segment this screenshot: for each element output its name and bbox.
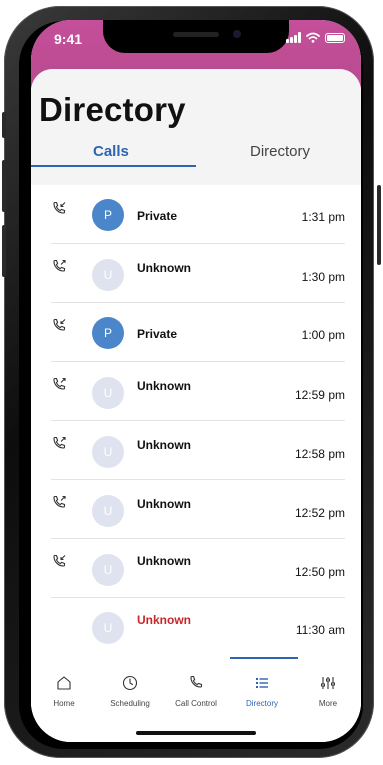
nav-label: Call Control (175, 699, 217, 708)
mute-switch (2, 112, 6, 138)
avatar: U (92, 436, 124, 468)
call-time: 1:00 pm (301, 328, 345, 342)
front-camera (233, 30, 241, 38)
volume-up-button (2, 160, 6, 212)
call-row[interactable]: P Private 1:31 pm (31, 185, 361, 244)
call-time: 1:30 pm (301, 270, 345, 284)
nav-scheduling[interactable]: Scheduling (97, 657, 163, 717)
wifi-icon (306, 32, 320, 43)
power-button (377, 185, 381, 265)
nav-label: Scheduling (110, 699, 150, 708)
nav-call-control[interactable]: Call Control (163, 657, 229, 717)
incoming-call-icon (53, 318, 66, 331)
nav-home[interactable]: Home (31, 657, 97, 717)
avatar: P (92, 317, 124, 349)
avatar: U (92, 377, 124, 409)
incoming-call-icon (53, 201, 66, 214)
status-icons (286, 32, 345, 43)
volume-down-button (2, 225, 6, 277)
call-time: 12:58 pm (294, 447, 345, 461)
list-icon (256, 678, 268, 688)
status-time: 9:41 (54, 31, 83, 47)
caller-name: Private (137, 209, 178, 223)
tab-directory[interactable]: Directory (250, 143, 310, 160)
nav-label: Directory (245, 699, 278, 708)
caller-name: Unknown (137, 554, 191, 568)
outgoing-call-icon (53, 495, 66, 508)
avatar: P (92, 199, 124, 231)
tab-bar: Calls Directory (31, 143, 361, 167)
outgoing-call-icon (53, 377, 66, 390)
battery-icon (325, 32, 345, 43)
notch (103, 20, 289, 53)
page-title: Directory (39, 91, 186, 128)
call-row[interactable]: U Unknown 12:58 pm (31, 421, 361, 480)
caller-name: Unknown (137, 438, 191, 452)
caller-name: Unknown (137, 613, 191, 627)
app-content: Directory Calls Directory P Private 1:31… (31, 69, 361, 742)
call-row[interactable]: P Private 1:00 pm (31, 303, 361, 362)
nav-more[interactable]: More (295, 657, 361, 717)
call-time: 12:50 pm (294, 565, 345, 579)
phone-icon (190, 675, 203, 688)
call-time: 12:52 pm (294, 506, 345, 520)
call-row[interactable]: U Unknown 12:50 pm (31, 539, 361, 598)
outgoing-call-icon (53, 436, 66, 449)
incoming-call-icon (53, 554, 66, 567)
call-time: 1:31 pm (301, 210, 345, 224)
caller-name: Unknown (137, 261, 191, 275)
call-time: 11:30 am (295, 623, 345, 637)
call-row[interactable]: U Unknown 12:52 pm (31, 480, 361, 539)
avatar: U (92, 612, 124, 644)
outgoing-call-icon (53, 259, 66, 272)
call-row[interactable]: U Unknown 1:30 pm (31, 244, 361, 303)
home-icon (57, 676, 71, 690)
speaker (173, 32, 219, 37)
caller-name: Unknown (137, 497, 191, 511)
caller-name: Private (137, 327, 178, 341)
header: Directory Calls Directory (31, 69, 361, 185)
sliders-icon (321, 677, 335, 689)
clock-icon (122, 675, 138, 691)
bottom-nav: Home Scheduling Call Control Directory M… (31, 657, 361, 717)
nav-label: More (318, 699, 338, 708)
active-tab-indicator (31, 165, 196, 167)
caller-name: Unknown (137, 379, 191, 393)
home-indicator[interactable] (136, 731, 256, 735)
call-row[interactable]: U Unknown 11:30 am (31, 598, 361, 657)
avatar: U (92, 259, 124, 291)
signal-icon (286, 32, 301, 43)
nav-directory[interactable]: Directory (229, 657, 295, 717)
screen: 9:41 Directory Calls Directory P Private… (31, 20, 361, 742)
avatar: U (92, 554, 124, 586)
call-row[interactable]: U Unknown 12:59 pm (31, 362, 361, 421)
call-time: 12:59 pm (294, 388, 345, 402)
nav-label: Home (53, 699, 75, 708)
avatar: U (92, 495, 124, 527)
tab-calls[interactable]: Calls (93, 143, 129, 160)
